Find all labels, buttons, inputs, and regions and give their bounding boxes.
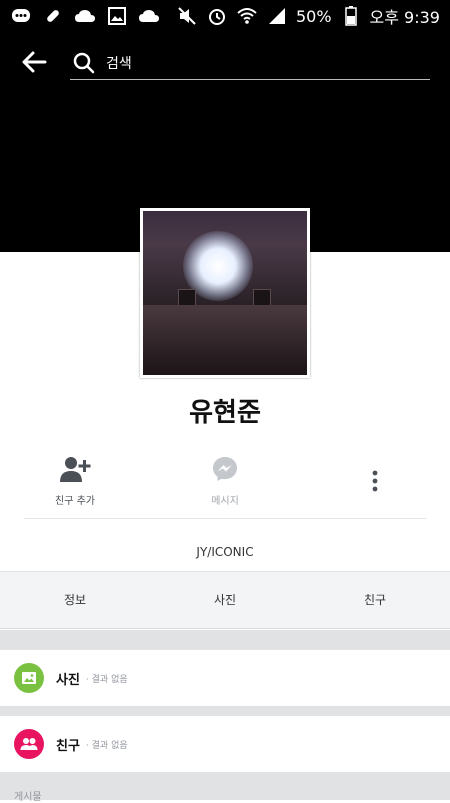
profile-name: 유현준 [189,398,261,428]
messenger-icon [213,457,237,481]
tab-photos[interactable]: 사진 [150,572,300,628]
studio-desk [143,305,307,375]
alarm-icon [206,6,228,26]
more-options-button[interactable] [360,466,390,496]
wifi-icon [236,6,258,26]
posts-label: 게시물 [14,792,42,803]
photo-icon [14,663,44,693]
profile-photo-image [143,211,307,375]
pill-icon [42,6,64,26]
photos-section[interactable]: 사진 · 결과 없음 [0,650,450,706]
profile-bio: JY/ICONIC [196,545,254,559]
gallery-icon [106,6,128,26]
notification-icons [10,6,160,26]
search-placeholder: 검색 [106,55,132,72]
cloud-icon [138,6,160,26]
profile-tabs: 정보 사진 친구 [0,571,450,629]
add-friend-button[interactable]: 친구 추가 [25,452,125,507]
cloud-icon [74,6,96,26]
back-button[interactable] [18,46,50,78]
battery-icon [340,6,362,26]
friends-section-title: 친구 [56,738,80,754]
message-button[interactable]: 메시지 [175,452,275,507]
section-separator [0,706,450,716]
friends-section-status: · 결과 없음 [85,740,128,751]
photos-section-title: 사진 [56,672,80,688]
chat-icon [10,6,32,26]
tab-about[interactable]: 정보 [0,572,150,628]
add-friend-label: 친구 추가 [55,496,95,507]
status-bar: 50% 오후 9:39 [0,0,450,32]
divider [24,518,426,519]
friends-icon [14,729,44,759]
system-icons: 50% 오후 9:39 [176,4,440,28]
search-bar: 검색 [0,40,450,84]
back-arrow-icon [22,51,47,73]
battery-percent: 50% [295,6,332,26]
photos-section-status: · 결과 없음 [85,674,128,685]
section-separator [0,630,450,650]
friends-section[interactable]: 친구 · 결과 없음 [0,716,450,772]
more-vertical-icon [372,470,378,492]
posts-header [0,772,450,800]
add-friend-icon [60,457,91,482]
message-label: 메시지 [211,496,239,507]
signal-icon [266,6,288,26]
search-input[interactable]: 검색 [70,46,430,80]
search-icon [73,52,95,73]
profile-picture[interactable] [140,208,310,378]
tab-friends[interactable]: 친구 [300,572,450,628]
clock: 오후 9:39 [369,8,440,27]
mute-icon [176,6,198,26]
